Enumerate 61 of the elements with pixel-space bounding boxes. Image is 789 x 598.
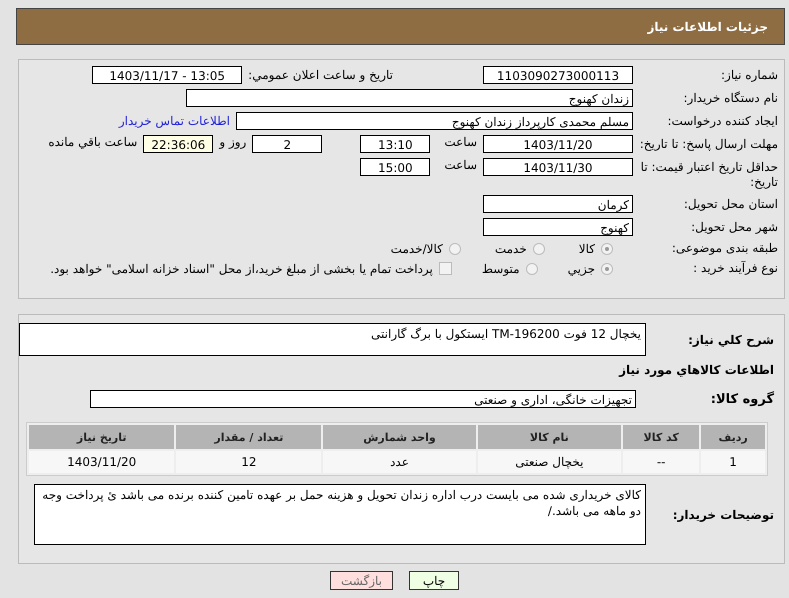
table-cell: -- xyxy=(623,451,700,473)
days-label: روز و xyxy=(219,135,246,149)
radio-label: خدمت xyxy=(494,242,527,256)
radio-button[interactable] xyxy=(601,242,613,254)
radio-button[interactable] xyxy=(526,262,538,274)
checkbox[interactable] xyxy=(438,262,452,275)
field-label: گروه کالا: xyxy=(710,392,775,406)
city-field: کهنوج xyxy=(483,218,633,236)
radio-button[interactable] xyxy=(601,262,613,274)
field-label: شرح کلي نياز: xyxy=(687,332,775,346)
deadline-date-field: 1403/11/20 xyxy=(483,135,633,153)
goods-group-field: تجهیزات خانگی، اداری و صنعتی xyxy=(90,390,636,408)
field-label: نام دستگاه خریدار: xyxy=(682,90,778,106)
field-label: شماره نیاز: xyxy=(720,68,778,82)
time-label: ساعت xyxy=(444,158,477,172)
field-label: حداقل تاریخ اعتبار قیمت: تا تاریخ: xyxy=(640,160,778,190)
radio-label: کالا/خدمت xyxy=(390,242,443,256)
buyer-contact-link[interactable]: اطلاعات تماس خریدار xyxy=(118,114,230,128)
notes-area: کالای خریداری شده می بایست درب اداره زندان تحویل و هزینه حمل بر عهده تامین کننده برنده می باشد ئ پرداخت وجه دو ماهه می باشد./ xyxy=(34,484,646,545)
field-label: مهلت ارسال پاسخ: تا تاریخ: xyxy=(638,137,778,152)
action-button[interactable]: بازگشت xyxy=(330,571,393,590)
description-area: یخچال 12 فوت TM-196200 ایستکول با برگ گارانتی xyxy=(19,323,646,356)
requester-field: مسلم محمدی کارپرداز زندان کهنوج xyxy=(236,112,633,130)
announce-date-field: 1403/11/17 - 13:05 xyxy=(92,66,242,84)
column-header: تعداد / مقدار xyxy=(176,425,322,449)
table-cell: عدد xyxy=(323,451,476,473)
column-header: رديف xyxy=(701,425,765,449)
radio-button[interactable] xyxy=(448,242,461,254)
field-label: توضیحات خریدار: xyxy=(672,508,775,522)
radio-label: متوسط xyxy=(482,262,520,276)
column-header: واحد شمارش xyxy=(323,425,476,449)
field-label: استان محل تحویل: xyxy=(682,196,778,212)
validity-date-field: 1403/11/30 xyxy=(483,158,633,176)
table-cell: 1 xyxy=(701,451,765,473)
time-label: ساعت xyxy=(444,135,477,149)
need-number-field: 1103090273000113 xyxy=(483,66,633,84)
table-cell: 1403/11/20 xyxy=(29,451,174,473)
field-label: طبقه بندی موضوعی: xyxy=(670,241,778,256)
section-title: اطلاعات کالاهاي مورد نياز xyxy=(619,363,774,377)
column-header: تاريخ نياز xyxy=(29,425,174,449)
table-cell: 12 xyxy=(176,451,322,473)
days-field: 2 xyxy=(252,135,322,153)
column-header: نام کالا xyxy=(478,425,622,449)
validity-time-field: 15:00 xyxy=(360,158,430,176)
province-field: کرمان xyxy=(483,195,633,213)
field-label: ایجاد کننده درخواست: xyxy=(666,114,778,128)
remaining-time-field: 22:36:06 xyxy=(143,135,214,153)
field-label: نوع فرآیند خرید : xyxy=(692,261,778,276)
radio-label: جزيي xyxy=(568,262,595,276)
field-label: تاریخ و ساعت اعلان عمومي: xyxy=(248,68,393,82)
table-cell: یخچال صنعتی xyxy=(478,451,622,473)
radio-label: کالا xyxy=(578,242,595,256)
remaining-label: ساعت باقي مانده xyxy=(48,135,138,149)
field-label: شهر محل تحویل: xyxy=(690,220,778,234)
column-header: کد کالا xyxy=(623,425,700,449)
checkbox-label: پرداخت تمام یا بخشی از مبلغ خرید،از محل "اسناد خزانه اسلامی" خواهد بود. xyxy=(50,262,433,276)
radio-button[interactable] xyxy=(532,242,545,254)
action-button[interactable]: چاپ xyxy=(409,571,459,590)
deadline-time-field: 13:10 xyxy=(360,135,430,153)
buyer-org-field: زندان کهنوج xyxy=(186,89,633,107)
header-title: جزئیات اطلاعات نیاز xyxy=(647,20,768,34)
